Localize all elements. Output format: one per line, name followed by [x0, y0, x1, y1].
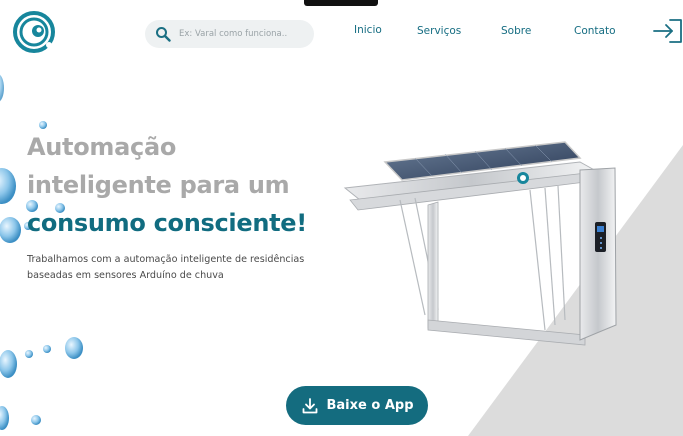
nav-link-sobre[interactable]: Sobre	[501, 25, 531, 41]
hero-title-line-1: Automação	[27, 133, 177, 161]
hero-title-line-2: inteligente para um	[27, 171, 290, 199]
download-icon	[302, 397, 317, 413]
nav-link-inicio[interactable]: Inicio	[354, 24, 382, 40]
nav-link-servicos[interactable]: Serviços	[417, 25, 461, 41]
login-arrow-icon[interactable]	[652, 17, 683, 45]
search-icon[interactable]	[153, 24, 173, 44]
water-drop-logo-icon[interactable]	[12, 10, 57, 55]
hero-title-line-3: consumo consciente!	[27, 209, 307, 237]
camera-notch	[304, 0, 378, 6]
download-app-button[interactable]: Baixe o App	[286, 386, 428, 425]
download-app-label: Baixe o App	[326, 398, 414, 413]
hero-title: Automação inteligente para um consumo co…	[27, 128, 307, 242]
search-box[interactable]	[145, 20, 314, 48]
nav-link-contato[interactable]: Contato	[574, 25, 616, 41]
automated-clothesline-solar-panel-image	[343, 141, 617, 346]
hero-subtitle: Trabalhamos com a automação inteligente …	[27, 254, 305, 281]
search-input[interactable]	[179, 29, 311, 39]
